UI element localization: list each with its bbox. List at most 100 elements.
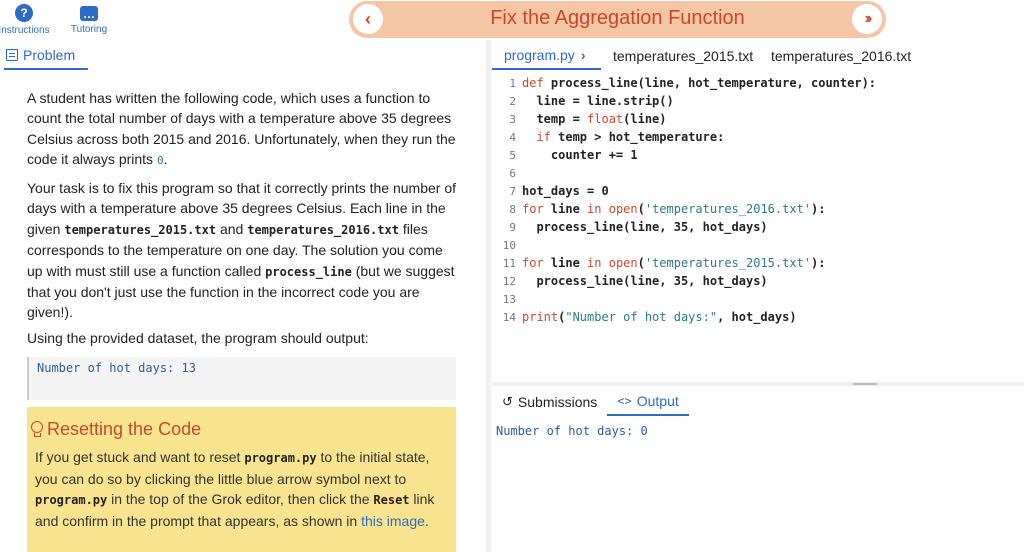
code-line: 5 counter += 1 — [492, 146, 638, 164]
code-token: hot_days = 0 — [522, 184, 609, 198]
document-icon — [6, 49, 18, 61]
next-problem-button[interactable]: ›› — [852, 4, 882, 34]
tip-body: If you get stuck and want to reset progr… — [35, 447, 450, 531]
code-token: ( — [637, 256, 645, 270]
code-token: line = line.strip() — [522, 94, 674, 108]
code-editor[interactable]: 1 def process_line(line, hot_temperature,… — [492, 72, 1024, 382]
tab-program-py[interactable]: program.py › — [492, 42, 601, 70]
code-line: 6 — [492, 164, 516, 182]
page-title: Fix the Aggregation Function — [490, 7, 745, 29]
code-token: 'temperatures_2015.txt' — [644, 256, 812, 270]
chevron-right-icon[interactable]: › — [581, 47, 586, 63]
problem-paragraph-1: A student has written the following code… — [27, 88, 457, 172]
tip-text-e: . — [424, 512, 429, 529]
output-text: Number of hot days: 0 — [496, 424, 648, 438]
history-icon: ↺ — [502, 394, 513, 409]
tab-temperatures-2016-label: temperatures_2016.txt — [771, 48, 912, 64]
code-token: float — [587, 112, 624, 126]
line-number: 14 — [502, 311, 516, 324]
tab-problem-label: Problem — [23, 47, 76, 63]
p1-text: A student has written the following code… — [27, 90, 456, 168]
line-number: 4 — [509, 131, 516, 144]
instructions-button[interactable]: ? Instructions — [0, 2, 50, 36]
code-line: 3 temp = float(line) — [492, 110, 666, 128]
tab-submissions-label: Submissions — [517, 394, 598, 410]
code-line: 10 — [492, 236, 516, 254]
code-token: open — [601, 202, 638, 216]
tab-submissions[interactable]: ↺ Submissions — [492, 388, 607, 416]
output-tabs: ↺ Submissions <> Output — [492, 388, 1024, 416]
code-token: line — [543, 202, 588, 216]
instructions-label: Instructions — [0, 25, 50, 36]
code-token: "Number of hot days:" — [565, 310, 718, 324]
editor-output-splitter[interactable] — [492, 382, 1024, 386]
tab-problem[interactable]: Problem — [4, 42, 88, 70]
code-token: temp > hot_temperature: — [550, 130, 725, 144]
problem-pane: A student has written the following code… — [0, 70, 478, 552]
line-number: 13 — [502, 293, 516, 306]
code-token: , hot_days) — [717, 310, 797, 324]
code-token: 'temperatures_2016.txt' — [644, 202, 812, 216]
tip-text-c: in the top of the Grok editor, then clic… — [107, 491, 374, 508]
tip-reset: Reset — [373, 493, 410, 508]
tab-output-label: Output — [636, 393, 679, 409]
lightbulb-icon — [31, 421, 43, 438]
code-token: process_line(line, 35, hot_days) — [522, 274, 768, 288]
line-number: 6 — [509, 167, 516, 180]
problem-paragraph-2: Your task is to fix this program so that… — [27, 178, 457, 323]
code-line: 1 def process_line(line, hot_temperature,… — [492, 74, 876, 92]
code-token: ): — [811, 256, 826, 270]
title-bar: ‹ Fix the Aggregation Function ›› — [349, 1, 886, 38]
code-line: 12 process_line(line, 35, hot_days) — [492, 272, 768, 290]
code-icon: <> — [617, 394, 632, 408]
code-token: process_line(line, 35, hot_days) — [522, 220, 768, 234]
chat-icon: … — [80, 6, 98, 21]
expected-output-text: Number of hot days: 13 — [37, 361, 196, 375]
double-chevron-right-icon: ›› — [864, 10, 872, 27]
code-token: in — [587, 256, 602, 270]
editor-tabs: program.py › temperatures_2015.txt tempe… — [492, 42, 1024, 70]
tip-title-text: Resetting the Code — [47, 419, 202, 439]
code-token: for — [522, 202, 544, 216]
tab-temperatures-2016[interactable]: temperatures_2016.txt — [767, 42, 921, 70]
code-token: line — [543, 256, 588, 270]
code-line: 4 if temp > hot_temperature: — [492, 128, 724, 146]
expected-output-block: Number of hot days: 13 — [27, 357, 456, 400]
tip-image-link[interactable]: this image — [361, 513, 425, 529]
p1-end: . — [163, 151, 168, 168]
code-token: counter += 1 — [522, 148, 638, 162]
code-line: 2 line = line.strip() — [492, 92, 674, 110]
code-line: 9 process_line(line, 35, hot_days) — [492, 218, 768, 236]
top-bar: ? Instructions … Tutoring ‹ Fix the Aggr… — [0, 0, 1024, 40]
p2-file1: temperatures_2015.txt — [64, 222, 217, 237]
tip-file: program.py — [244, 451, 317, 465]
tutoring-label: Tutoring — [70, 24, 108, 35]
pane-divider[interactable] — [486, 40, 491, 552]
tab-temperatures-2015[interactable]: temperatures_2015.txt — [601, 42, 767, 70]
code-token: process_line(line, hot_temperature, coun… — [543, 76, 877, 90]
code-token: ( — [637, 202, 645, 216]
tip-callout: Resetting the Code If you get stuck and … — [27, 407, 456, 552]
question-icon: ? — [15, 4, 33, 22]
p2-file2: temperatures_2016.txt — [247, 222, 399, 237]
resize-grip-icon[interactable] — [853, 383, 877, 385]
line-number: 5 — [509, 149, 516, 162]
line-number: 9 — [509, 221, 516, 234]
code-token: for — [522, 256, 544, 270]
code-token: open — [601, 256, 638, 270]
left-tabbar: Problem — [0, 42, 478, 70]
tip-text-a: If you get stuck and want to reset — [35, 449, 245, 465]
output-console: Number of hot days: 0 — [492, 418, 1024, 552]
code-token: temp = — [522, 112, 588, 126]
tab-program-py-label: program.py — [504, 47, 575, 63]
line-number: 7 — [509, 185, 516, 198]
code-token: in — [587, 202, 602, 216]
line-number: 12 — [502, 275, 516, 288]
code-token: def — [522, 76, 544, 90]
tab-output[interactable]: <> Output — [607, 388, 689, 416]
p1-code: 0 — [156, 154, 164, 168]
tutoring-button[interactable]: … Tutoring — [60, 2, 118, 36]
code-token: if — [522, 130, 551, 144]
line-number: 8 — [509, 203, 516, 216]
line-number: 10 — [502, 239, 516, 252]
